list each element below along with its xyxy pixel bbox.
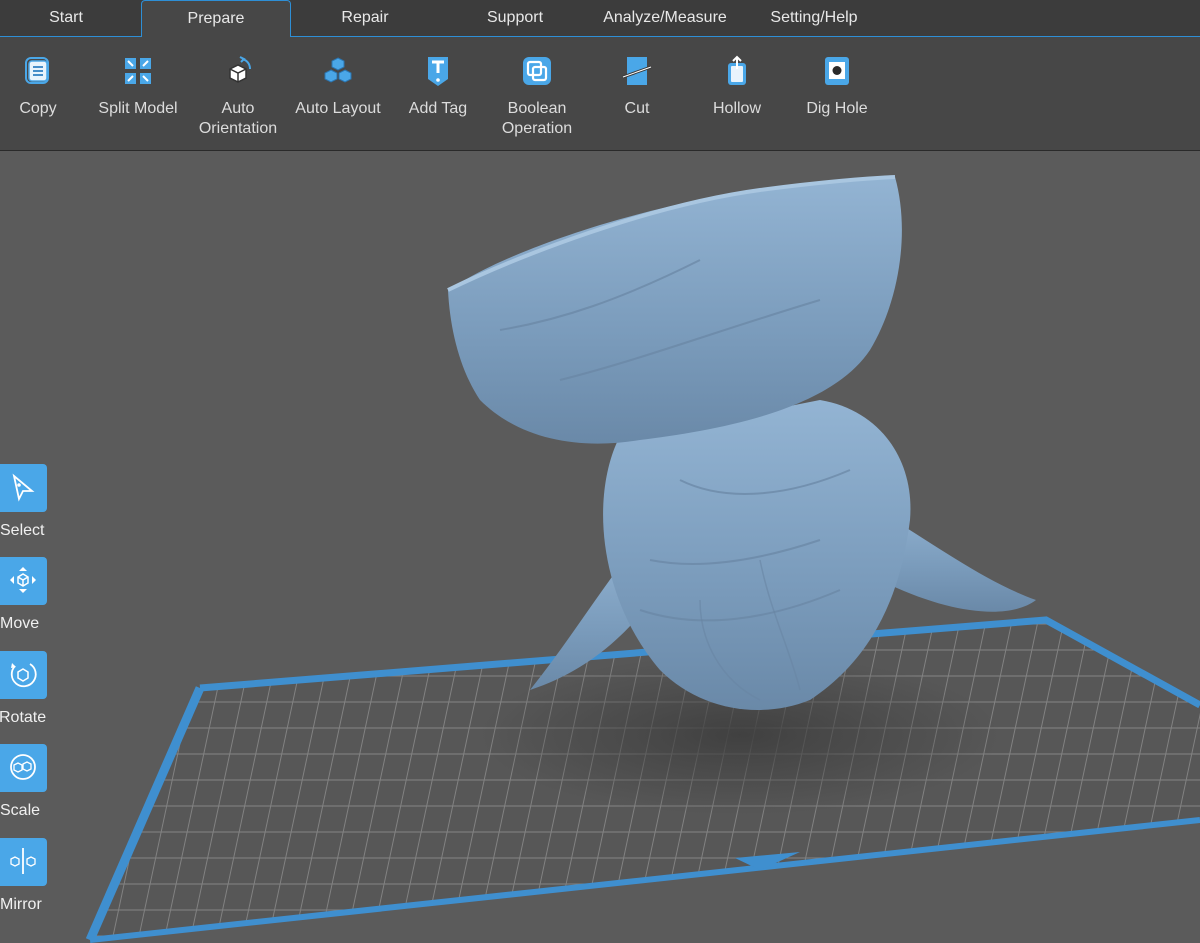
tab-analyze-measure[interactable]: Analyze/Measure	[590, 0, 740, 36]
scale-tool[interactable]: Scale	[0, 744, 48, 838]
hollow-button[interactable]: Hollow	[687, 37, 787, 150]
mirror-label: Mirror	[0, 896, 42, 913]
split-model-button[interactable]: Split Model	[88, 37, 188, 150]
scale-label: Scale	[0, 802, 41, 819]
tab-setting-help[interactable]: Setting/Help	[739, 0, 889, 36]
cut-button[interactable]: Cut	[587, 37, 687, 150]
add-tag-button[interactable]: Add Tag	[388, 37, 488, 150]
split-model-icon	[125, 58, 151, 84]
3d-viewport[interactable]: Select Move Rotate Scale Mirror	[0, 151, 1200, 943]
move-icon	[10, 567, 36, 593]
add-tag-icon	[428, 57, 448, 86]
hollow-icon	[728, 55, 746, 85]
main-tab-bar: Start Prepare Repair Support Analyze/Mea…	[0, 0, 1200, 37]
cut-icon	[622, 57, 652, 85]
mirror-button[interactable]	[0, 838, 47, 886]
select-button[interactable]	[0, 464, 47, 512]
copy-icon	[25, 57, 49, 84]
move-label: Move	[0, 615, 40, 632]
auto-orientation-icon	[229, 56, 251, 83]
scale-button[interactable]	[0, 744, 47, 792]
tab-support[interactable]: Support	[440, 0, 590, 36]
prepare-ribbon: Copy Split Model Auto Orientation Auto L…	[0, 37, 1200, 151]
select-tool[interactable]: Select	[0, 464, 48, 558]
boolean-operation-icon	[523, 57, 551, 85]
boolean-operation-button[interactable]: Boolean Operation	[487, 37, 587, 150]
tab-prepare[interactable]: Prepare	[141, 0, 291, 37]
move-tool[interactable]: Move	[0, 557, 48, 651]
dig-hole-label: Dig Hole	[806, 100, 868, 117]
auto-layout-icon	[324, 57, 352, 83]
select-icon	[12, 473, 35, 502]
auto-orientation-button[interactable]: Auto Orientation	[188, 37, 288, 150]
tab-start[interactable]: Start	[0, 0, 141, 36]
rotate-label: Rotate	[0, 709, 47, 726]
mirror-icon	[10, 848, 36, 874]
auto-layout-button[interactable]: Auto Layout	[288, 37, 388, 150]
scale-icon	[10, 754, 36, 780]
tab-repair[interactable]: Repair	[290, 0, 440, 36]
select-label: Select	[0, 522, 45, 539]
move-button[interactable]	[0, 557, 47, 605]
scene-render	[85, 175, 1200, 943]
rotate-tool[interactable]: Rotate	[0, 651, 48, 745]
dig-hole-button[interactable]: Dig Hole	[787, 37, 887, 150]
dig-hole-icon	[825, 57, 849, 85]
rotate-button[interactable]	[0, 651, 47, 699]
copy-button[interactable]: Copy	[0, 37, 88, 150]
mirror-tool[interactable]: Mirror	[0, 838, 48, 932]
rotate-icon	[10, 663, 37, 688]
